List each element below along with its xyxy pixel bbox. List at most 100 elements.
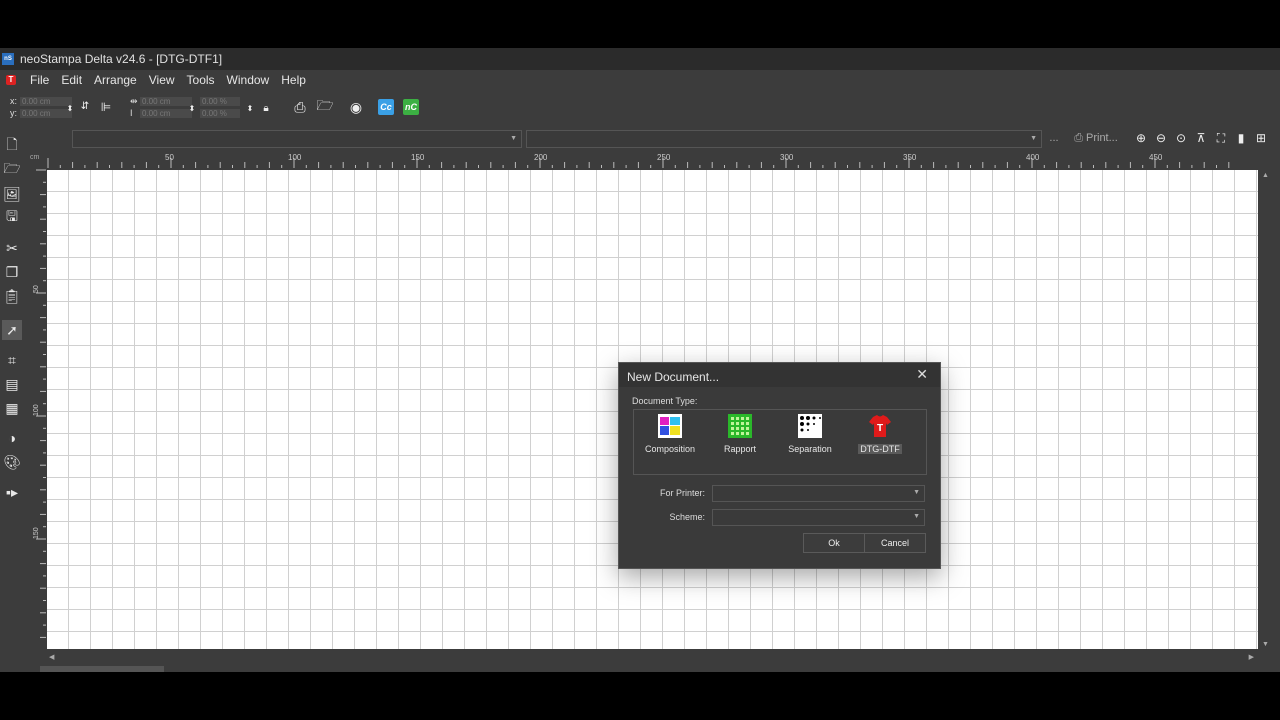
ruler-label: 200	[534, 153, 548, 162]
left-ruler: 50 100 150	[28, 168, 46, 648]
paste-icon[interactable]: 📋︎	[2, 286, 22, 306]
top-ruler: 50 100 150 200 250 300 350 400 450	[46, 152, 1260, 168]
composition-icon	[658, 414, 682, 438]
menu-tools[interactable]: Tools	[181, 73, 221, 87]
printer-select[interactable]: ▼	[712, 485, 925, 502]
scale-spinner-icon[interactable]: ⬍	[244, 98, 256, 118]
cancel-button[interactable]: Cancel	[864, 533, 926, 553]
doctype-rapport[interactable]: Rapport	[710, 412, 770, 458]
app-window: nS neoStampa Delta v24.6 - [DTG-DTF1] T …	[0, 48, 1280, 672]
vertical-scrollbar[interactable]: ▲ ▼	[1260, 170, 1272, 650]
zoom-out-icon[interactable]: ⊖	[1153, 130, 1169, 146]
layers-icon[interactable]: ▤	[2, 374, 22, 394]
palette-icon[interactable]: 🎨︎	[2, 452, 22, 472]
cut-icon[interactable]: ✂	[2, 238, 22, 258]
document-tab[interactable]	[40, 666, 164, 672]
height-field[interactable]: 0.00 cm	[140, 109, 192, 118]
color-adjust-icon[interactable]: ◑	[2, 428, 22, 448]
menu-file[interactable]: File	[24, 73, 55, 87]
menu-view[interactable]: View	[143, 73, 181, 87]
print-button[interactable]: ⎙ Print...	[1070, 130, 1122, 146]
menu-edit[interactable]: Edit	[55, 73, 88, 87]
zoom-fit-icon[interactable]: ⊙	[1173, 130, 1189, 146]
zoom-in-icon[interactable]: ⊕	[1133, 130, 1149, 146]
scroll-down-icon[interactable]: ▼	[1262, 641, 1269, 648]
scale-y-field[interactable]: 0.00 %	[200, 109, 240, 118]
chevron-down-icon: ▼	[510, 135, 517, 142]
ruler-label: 100	[288, 153, 302, 162]
ruler-label: 400	[1026, 153, 1040, 162]
doctype-dtg-dtf[interactable]: T DTG-DTF	[850, 412, 910, 458]
print-label: Print...	[1086, 132, 1118, 144]
new-document-icon[interactable]: 🗋	[2, 136, 22, 156]
nc-icon[interactable]: nC	[401, 97, 421, 117]
scheme-select[interactable]: ▼	[712, 509, 925, 526]
select-arrow-icon[interactable]: ➚	[2, 320, 22, 340]
chevron-down-icon: ▼	[913, 513, 920, 520]
lock-ratio-icon[interactable]: ⇵	[78, 96, 92, 116]
zoom-page-icon[interactable]: ⛶	[1213, 130, 1229, 146]
lock-icon[interactable]: 🔒︎	[258, 98, 274, 118]
import-image-icon[interactable]: 🖼	[2, 184, 22, 204]
more-button[interactable]: ...	[1044, 130, 1064, 146]
height-coord: I 0.00 cm	[130, 108, 192, 118]
horizontal-scrollbar[interactable]: ◀ ▶	[47, 652, 1258, 664]
copy-icon[interactable]: ❐	[2, 262, 22, 282]
crop-icon[interactable]: ⌗	[2, 350, 22, 370]
scroll-left-icon[interactable]: ◀	[49, 653, 54, 661]
app-logo-icon: nS	[2, 53, 14, 65]
folder-export-icon[interactable]: 🗁	[315, 97, 335, 117]
webcam-icon[interactable]: ◉	[346, 97, 366, 117]
dialog-title: New Document...	[627, 370, 720, 384]
menu-help[interactable]: Help	[275, 73, 312, 87]
doctype-separation[interactable]: Separation	[780, 412, 840, 458]
top-ruler-ticks: 50 100 150 200 250 300 350 400 450	[47, 153, 1230, 168]
cc-icon[interactable]: Cc	[376, 97, 396, 117]
chevron-down-icon: ▼	[1030, 135, 1037, 142]
ok-button[interactable]: Ok	[803, 533, 865, 553]
separation-icon	[798, 414, 822, 438]
scale-y: 0.00 %	[200, 108, 240, 118]
open-folder-icon[interactable]: 🗁	[2, 160, 22, 180]
width-field[interactable]: 0.00 cm	[140, 97, 192, 106]
align-icon[interactable]: ⊫	[96, 97, 116, 117]
page-view-icon[interactable]: ▮	[1233, 130, 1249, 146]
expand-panel-icon[interactable]: ▪▸	[2, 482, 22, 502]
xy-spinner-icon[interactable]: ⬍	[64, 98, 76, 118]
close-icon[interactable]: ✕	[916, 366, 928, 383]
menu-arrange[interactable]: Arrange	[88, 73, 143, 87]
menu-window[interactable]: Window	[221, 73, 276, 87]
scroll-right-icon[interactable]: ▶	[1249, 653, 1254, 661]
printer-icon: ⎙	[1074, 131, 1083, 144]
doctype-label: Separation	[788, 444, 832, 454]
printer-icon[interactable]: ⎙	[290, 97, 310, 117]
app-menu-icon[interactable]: T	[6, 75, 16, 85]
view-combo[interactable]: ▼	[526, 130, 1042, 148]
ruler-label: 150	[411, 153, 425, 162]
layer-combo[interactable]: ▼	[72, 130, 522, 148]
doctype-label: Rapport	[723, 444, 757, 454]
scheme-label: Scheme:	[669, 512, 705, 522]
doctype-label: Composition	[644, 444, 696, 454]
ruler-label: 350	[903, 153, 917, 162]
scale-x: 0.00 %	[200, 96, 240, 106]
grid-view-icon[interactable]: ⊞	[1253, 130, 1269, 146]
menu-bar: T File Edit Arrange View Tools Window He…	[0, 70, 1280, 90]
doctype-label: DTG-DTF	[858, 444, 902, 454]
zoom-object-icon[interactable]: ⊼	[1193, 130, 1209, 146]
printer-label: For Printer:	[659, 488, 705, 498]
rapport-icon	[728, 414, 752, 438]
left-ruler-ticks: 50 100 150	[33, 169, 46, 638]
scroll-up-icon[interactable]: ▲	[1262, 172, 1269, 179]
size-spinner-icon[interactable]: ⬍	[186, 98, 198, 118]
toolbar: x: 0.00 cm y: 0.00 cm ⬍ ⇵ ⊫ ⇹ 0.00 cm I 0.00…	[0, 94, 1280, 124]
ruler-label: 100	[33, 404, 40, 416]
x-coord: x: 0.00 cm	[10, 96, 72, 106]
new-document-dialog: New Document... ✕ Document Type: Composi…	[618, 362, 941, 569]
grid-tool-icon[interactable]: ▦	[2, 398, 22, 418]
y-coord: y: 0.00 cm	[10, 108, 72, 118]
doctype-composition[interactable]: Composition	[640, 412, 700, 458]
scale-x-field[interactable]: 0.00 %	[200, 97, 240, 106]
save-icon[interactable]: 🖫	[2, 208, 22, 228]
nc-label: nC	[403, 99, 419, 115]
